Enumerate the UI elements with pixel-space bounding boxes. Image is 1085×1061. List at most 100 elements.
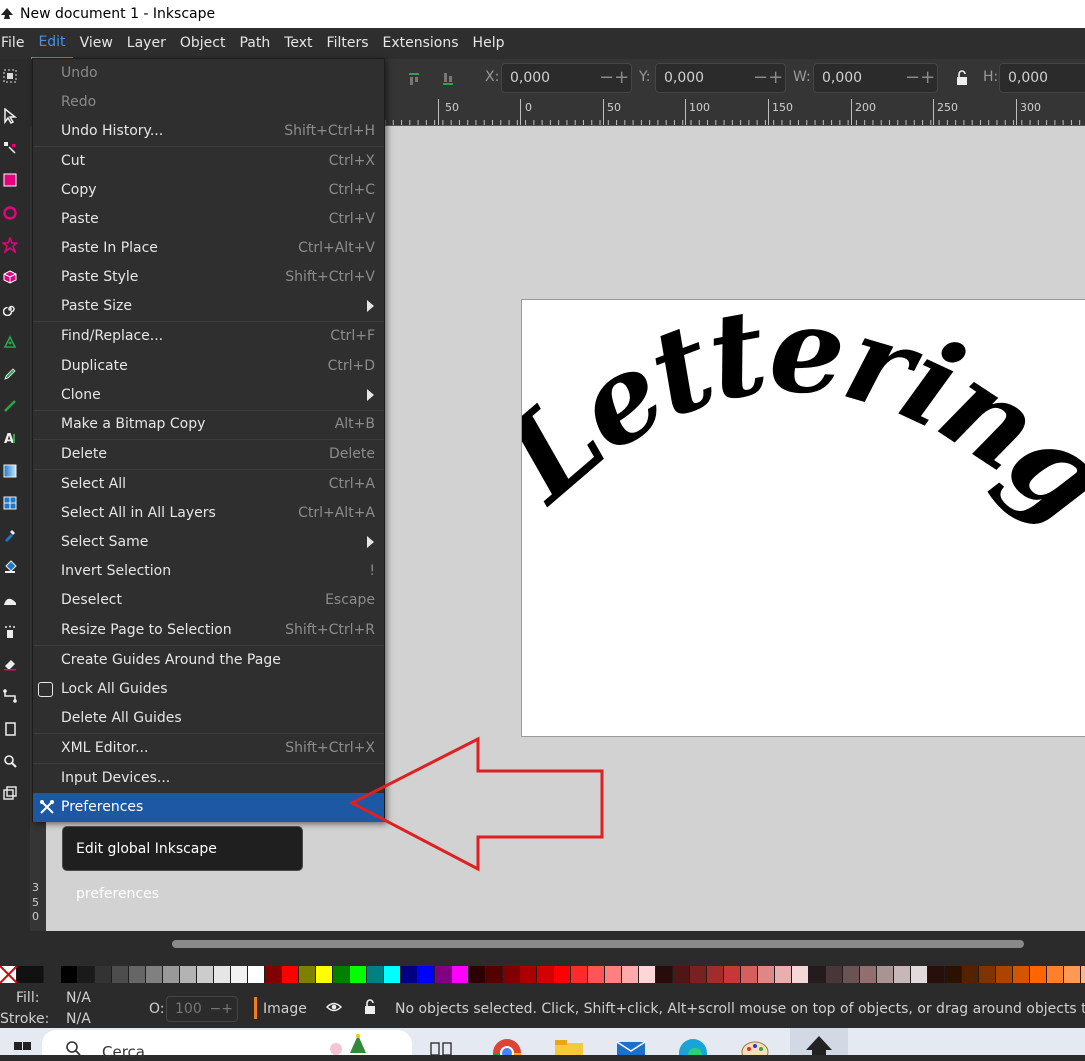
tweak-tool-icon[interactable] <box>1 591 19 609</box>
y-stepper[interactable]: −+ <box>753 67 783 88</box>
menu-item-select-same[interactable]: Select Same <box>33 528 384 557</box>
menu-filters[interactable]: Filters <box>320 28 376 59</box>
color-swatch[interactable] <box>877 966 894 983</box>
menu-path[interactable]: Path <box>232 28 277 59</box>
menu-item-make-a-bitmap-copy[interactable]: Make a Bitmap Copy Alt+B <box>33 410 384 439</box>
text-tool-icon[interactable]: A <box>1 429 19 447</box>
color-swatch[interactable] <box>741 966 758 983</box>
color-swatch[interactable] <box>707 966 724 983</box>
color-swatch[interactable] <box>265 966 282 983</box>
menu-item-input-devices[interactable]: Input Devices... <box>33 764 384 793</box>
color-swatch[interactable] <box>656 966 673 983</box>
menu-extensions[interactable]: Extensions <box>376 28 466 59</box>
color-swatch[interactable] <box>537 966 554 983</box>
pen-tool-icon[interactable] <box>1 333 19 351</box>
color-swatch[interactable] <box>1047 966 1064 983</box>
lettering-artwork[interactable]: Lettering <box>475 279 1085 738</box>
document-page[interactable]: Lettering <box>475 279 1085 738</box>
color-swatch[interactable] <box>996 966 1013 983</box>
menu-view[interactable]: View <box>73 28 120 59</box>
color-swatch[interactable] <box>639 966 656 983</box>
menu-item-paste[interactable]: Paste Ctrl+V <box>33 205 384 234</box>
color-swatch[interactable] <box>945 966 962 983</box>
color-swatch[interactable] <box>282 966 299 983</box>
menu-item-paste-in-place[interactable]: Paste In Place Ctrl+Alt+V <box>33 234 384 263</box>
ellipse-tool-icon[interactable] <box>1 204 19 222</box>
menu-item-paste-size[interactable]: Paste Size <box>33 292 384 321</box>
lock-guides-checkbox[interactable] <box>38 682 53 697</box>
file-explorer-icon[interactable] <box>554 1040 584 1055</box>
color-swatch[interactable] <box>503 966 520 983</box>
box3d-tool-icon[interactable] <box>1 268 19 286</box>
menu-item-xml-editor[interactable]: XML Editor... Shift+Ctrl+X <box>33 734 384 763</box>
selector-tool-icon[interactable] <box>1 107 19 125</box>
calligraphy-tool-icon[interactable] <box>1 397 19 415</box>
color-swatch[interactable] <box>401 966 418 983</box>
menu-help[interactable]: Help <box>466 28 512 59</box>
pages-tool-icon[interactable] <box>1 720 19 738</box>
black-swatch[interactable] <box>17 966 44 983</box>
paint-bucket-icon[interactable] <box>1 558 19 576</box>
color-swatch[interactable] <box>622 966 639 983</box>
menu-item-undo-history[interactable]: Undo History... Shift+Ctrl+H <box>33 117 384 146</box>
menu-item-redo[interactable]: Redo <box>33 88 384 117</box>
mesh-tool-icon[interactable] <box>1 494 19 512</box>
color-swatch[interactable] <box>1030 966 1047 983</box>
color-swatch[interactable] <box>214 966 231 983</box>
color-swatch[interactable] <box>928 966 945 983</box>
color-swatch[interactable] <box>758 966 775 983</box>
spiral-tool-icon[interactable] <box>1 300 19 318</box>
edge-icon[interactable] <box>678 1038 708 1055</box>
color-swatch[interactable] <box>146 966 163 983</box>
menu-item-create-guides-around-the-page[interactable]: Create Guides Around the Page <box>33 646 384 675</box>
color-swatch[interactable] <box>231 966 248 983</box>
menu-edit[interactable]: Edit <box>31 28 73 59</box>
scrollbar-thumb[interactable] <box>172 940 1024 948</box>
color-swatch[interactable] <box>163 966 180 983</box>
color-swatch[interactable] <box>826 966 843 983</box>
color-swatch[interactable] <box>248 966 265 983</box>
eraser-tool-icon[interactable] <box>1 655 19 673</box>
color-swatch[interactable] <box>724 966 741 983</box>
task-view-icon[interactable] <box>430 1042 452 1055</box>
color-swatch[interactable] <box>78 966 95 983</box>
color-swatch[interactable] <box>469 966 486 983</box>
color-swatch[interactable] <box>809 966 826 983</box>
color-swatch[interactable] <box>452 966 469 983</box>
color-swatch[interactable] <box>350 966 367 983</box>
color-swatch[interactable] <box>299 966 316 983</box>
align-top-icon[interactable] <box>407 71 421 87</box>
connector-tool-icon[interactable] <box>1 687 19 705</box>
menu-layer[interactable]: Layer <box>120 28 173 59</box>
star-tool-icon[interactable] <box>1 236 19 254</box>
color-swatch[interactable] <box>911 966 928 983</box>
menu-item-resize-page-to-selection[interactable]: Resize Page to Selection Shift+Ctrl+R <box>33 616 384 645</box>
color-swatch[interactable] <box>860 966 877 983</box>
inkscape-taskbar-button[interactable] <box>790 1028 848 1055</box>
color-swatch[interactable] <box>571 966 588 983</box>
color-swatch[interactable] <box>418 966 435 983</box>
menu-item-select-all[interactable]: Select All Ctrl+A <box>33 470 384 499</box>
color-swatch[interactable] <box>180 966 197 983</box>
color-swatch[interactable] <box>333 966 350 983</box>
color-swatch[interactable] <box>197 966 214 983</box>
color-swatch[interactable] <box>588 966 605 983</box>
dropper-tool-icon[interactable] <box>1 526 19 544</box>
menu-item-delete[interactable]: Delete Delete <box>33 440 384 469</box>
menu-item-clone[interactable]: Clone <box>33 381 384 410</box>
windows-start-icon[interactable] <box>14 1042 32 1055</box>
menu-item-find-replace[interactable]: Find/Replace... Ctrl+F <box>33 322 384 351</box>
menu-item-preferences[interactable]: Preferences <box>33 793 384 822</box>
mail-icon[interactable] <box>616 1040 646 1055</box>
color-swatch[interactable] <box>486 966 503 983</box>
color-swatch[interactable] <box>690 966 707 983</box>
pencil-tool-icon[interactable] <box>1 365 19 383</box>
color-swatch[interactable] <box>384 966 401 983</box>
opacity-stepper[interactable]: −+ <box>210 997 233 1021</box>
color-swatch[interactable] <box>554 966 571 983</box>
stroke-value[interactable]: N/A <box>66 1011 91 1027</box>
menu-item-copy[interactable]: Copy Ctrl+C <box>33 176 384 205</box>
align-bottom-icon[interactable] <box>441 71 455 87</box>
menu-item-paste-style[interactable]: Paste Style Shift+Ctrl+V <box>33 263 384 292</box>
color-swatch[interactable] <box>843 966 860 983</box>
